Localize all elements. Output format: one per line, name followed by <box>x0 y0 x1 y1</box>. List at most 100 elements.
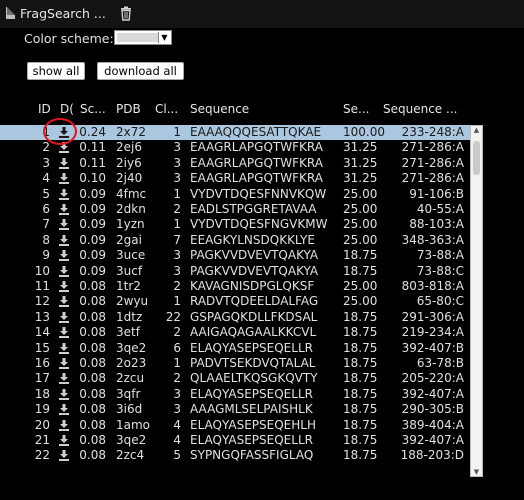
download-icon[interactable] <box>59 311 69 323</box>
table-row[interactable]: 13 0.08 1dtz 22 GSPAGQKDLLFKDSAL 18.75 291-306… <box>0 310 470 325</box>
download-icon[interactable] <box>59 234 69 246</box>
row-pdb: 1dtz <box>116 309 143 324</box>
table-row[interactable]: 17 0.08 2zcu 2 QLAAELTKQSGKQVTY 18.75 205-220:… <box>0 371 470 386</box>
download-icon[interactable] <box>59 373 69 385</box>
chevron-down-icon[interactable]: ▼ <box>158 32 170 43</box>
row-seq-identity: 31.25 <box>343 140 378 155</box>
table-row[interactable]: 18 0.08 3qfr 3 ELAQYASEPSEQELLR 18.75 392-407:… <box>0 387 470 402</box>
row-id: 14 <box>34 325 50 340</box>
table-row[interactable]: 8 0.09 2gai 7 EEAGKYLNSDQKKLYE 25.00 348-363:A <box>0 233 470 248</box>
table-row[interactable]: 5 0.09 4fmc 1 VYDVTDQESFNNVKQW 25.00 91-106:B <box>0 187 470 202</box>
download-icon[interactable] <box>59 157 69 169</box>
download-icon[interactable] <box>59 342 69 354</box>
table-row[interactable]: 21 0.08 3qe2 4 ELAQYASEPSEQELLR 18.75 392-407:… <box>0 433 470 448</box>
row-sequence-range: 219-234:A <box>401 325 464 340</box>
row-pdb: 3i6d <box>116 402 143 417</box>
column-header-score[interactable]: Sc... <box>80 102 106 116</box>
table-row[interactable]: 7 0.09 1yzn 1 VYDVTDQESFNGVKMW 25.00 88-103:A <box>0 217 470 232</box>
row-cluster: 7 <box>173 232 181 247</box>
vertical-scrollbar[interactable]: ▲ ▼ <box>470 125 483 477</box>
row-sequence: QLAAELTKQSGKQVTY <box>190 371 318 386</box>
scroll-up-icon[interactable]: ▲ <box>472 127 481 134</box>
table-row[interactable]: 3 0.11 2iy6 3 EAAGRLAPGQTWFKRA 31.25 271-286:A <box>0 156 470 171</box>
row-score: 0.08 <box>79 448 106 463</box>
color-scheme-select[interactable]: ▼ <box>114 30 172 45</box>
download-icon[interactable] <box>59 188 69 200</box>
table-row[interactable]: 2 0.11 2ej6 3 EAAGRLAPGQTWFKRA 31.25 271-286:A <box>0 140 470 155</box>
scroll-down-icon[interactable]: ▼ <box>472 469 481 476</box>
table-row[interactable]: 14 0.08 3etf 2 AAIGAQAGAALKKCVL 18.75 219-234:… <box>0 325 470 340</box>
row-score: 0.08 <box>79 294 106 309</box>
table-row[interactable]: 6 0.09 2dkn 2 EADLSTPGGRETAVAA 25.00 40-55:A <box>0 202 470 217</box>
row-id: 5 <box>42 186 50 201</box>
show-all-button[interactable]: show all <box>27 62 85 80</box>
download-all-button[interactable]: download all <box>97 62 184 80</box>
row-id: 10 <box>34 263 50 278</box>
row-sequence-range: 88-103:A <box>409 217 464 232</box>
row-id: 15 <box>34 340 50 355</box>
download-icon[interactable] <box>59 450 69 462</box>
row-seq-identity: 25.00 <box>343 186 378 201</box>
row-seq-identity: 18.75 <box>343 263 378 278</box>
column-header-seq-identity[interactable]: Se... <box>343 102 369 116</box>
row-seq-identity: 18.75 <box>343 448 378 463</box>
trash-icon[interactable] <box>119 6 133 21</box>
table-row[interactable]: 11 0.08 1tr2 2 KAVAGNISDPGLQKSF 25.00 803-818:… <box>0 279 470 294</box>
download-icon[interactable] <box>59 296 69 308</box>
download-icon[interactable] <box>59 435 69 446</box>
table-row[interactable]: 19 0.08 3i6d 3 AAAGMLSELPAISHLK 18.75 290-305:… <box>0 402 470 417</box>
table-row[interactable]: 4 0.10 2j40 3 EAAGRLAPGQTWFKRA 31.25 271-286:A <box>0 171 470 186</box>
row-cluster: 3 <box>173 263 181 278</box>
column-header-download[interactable]: D( <box>60 102 74 116</box>
row-sequence: EEAGKYLNSDQKKLYE <box>190 232 315 247</box>
download-icon[interactable] <box>59 265 69 277</box>
row-cluster: 3 <box>173 402 181 417</box>
column-header-id[interactable]: ID <box>38 102 51 116</box>
row-seq-identity: 25.00 <box>343 202 378 216</box>
download-icon[interactable] <box>59 327 69 339</box>
row-sequence-range: 188-203:D <box>400 448 464 463</box>
table-row[interactable]: 12 0.08 2wyu 1 RADVTQDEELDALFAG 25.00 65-80:C <box>0 294 470 309</box>
row-cluster: 5 <box>173 448 181 463</box>
download-icon[interactable] <box>59 388 69 400</box>
table-row[interactable]: 20 0.08 1amo 4 ELAQYASEPSEQEHLH 18.75 389-404:… <box>0 418 470 433</box>
download-icon[interactable] <box>59 419 69 431</box>
download-icon[interactable] <box>59 404 69 416</box>
row-pdb: 3qe2 <box>116 340 147 355</box>
download-icon[interactable] <box>59 204 69 215</box>
row-pdb: 2wyu <box>116 294 149 309</box>
row-cluster: 1 <box>173 294 181 309</box>
column-header-sequence[interactable]: Sequence <box>190 102 249 116</box>
table-row[interactable]: 16 0.08 2o23 1 PADVTSEKDVQTALAL 18.75 63-78:B <box>0 356 470 371</box>
row-pdb: 3qfr <box>116 386 141 401</box>
row-sequence: EAAGRLAPGQTWFKRA <box>190 171 323 186</box>
row-cluster: 4 <box>173 433 181 447</box>
column-header-pdb[interactable]: PDB <box>116 102 141 116</box>
download-icon[interactable] <box>59 219 69 231</box>
table-row[interactable]: 9 0.09 3uce 3 PAGKVVDVEVTQAKYA 18.75 73-88:A <box>0 248 470 263</box>
column-header-sequence-range[interactable]: Sequence ... <box>383 102 457 116</box>
row-pdb: 2j40 <box>116 171 143 186</box>
row-cluster: 1 <box>173 125 181 139</box>
row-sequence: EAAAQQQESATTQKAE <box>190 125 322 139</box>
row-sequence-range: 65-80:C <box>416 294 464 309</box>
row-seq-identity: 25.00 <box>343 279 378 293</box>
row-pdb: 2zc4 <box>116 448 145 463</box>
table-row[interactable]: 22 0.08 2zc4 5 SYPNGQFASSFIGLAQ 18.75 188-203:… <box>0 448 470 463</box>
download-icon[interactable] <box>59 250 69 262</box>
row-seq-identity: 18.75 <box>343 325 378 340</box>
row-seq-identity: 18.75 <box>343 402 378 417</box>
row-sequence: PAGKVVDVEVTQAKYA <box>190 248 319 263</box>
download-icon[interactable] <box>59 281 69 292</box>
download-icon[interactable] <box>59 173 69 185</box>
column-header-cluster[interactable]: Cl... <box>155 102 178 116</box>
table-row[interactable]: 15 0.08 3qe2 6 ELAQYASEPSEQELLR 18.75 392-407:… <box>0 341 470 356</box>
highlight-circle <box>43 118 77 145</box>
row-pdb: 2o23 <box>116 356 147 370</box>
table-row[interactable]: 10 0.09 3ucf 3 PAGKVVDVEVTQAKYA 18.75 73-88:C <box>0 264 470 279</box>
scrollbar-thumb[interactable] <box>473 141 480 175</box>
download-icon[interactable] <box>59 358 69 369</box>
row-sequence-range: 291-306:A <box>401 309 464 324</box>
row-cluster: 1 <box>173 356 181 370</box>
row-sequence-range: 40-55:A <box>416 202 464 216</box>
